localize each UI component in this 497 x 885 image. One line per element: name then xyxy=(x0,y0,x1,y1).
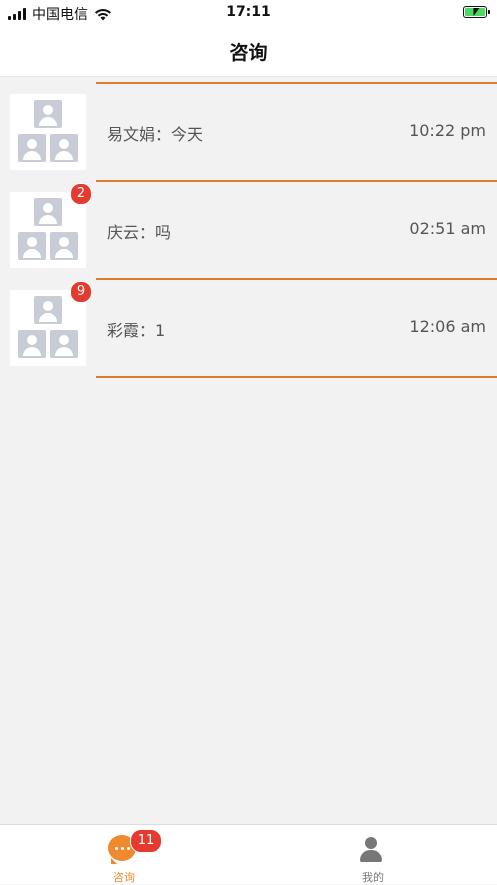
conversation-list: 易文娟：今天 10:22 pm 2 庆云：吗 02:51 am 9 彩霞：1 1… xyxy=(0,77,497,371)
unread-badge: 2 xyxy=(70,183,92,205)
tab-mine[interactable]: 我的 xyxy=(249,825,497,884)
message-time: 12:06 am xyxy=(409,317,486,336)
message-preview: 彩霞：1 xyxy=(107,321,166,340)
message-preview: 庆云：吗 xyxy=(107,223,172,242)
row-divider xyxy=(96,82,497,84)
tab-mine-icon-wrap xyxy=(357,835,387,865)
tab-consult-icon-wrap: 11 xyxy=(108,829,162,865)
person-icon xyxy=(357,835,385,863)
tab-bar: 11 咨询 我的 xyxy=(0,824,497,884)
tab-unread-badge: 11 xyxy=(130,829,162,853)
unread-badge: 9 xyxy=(70,281,92,303)
message-time: 10:22 pm xyxy=(409,121,486,140)
status-bar: 中国电信 17:11 xyxy=(0,0,497,26)
tab-consult[interactable]: 11 咨询 xyxy=(0,825,248,884)
conversation-row[interactable]: 易文娟：今天 10:22 pm xyxy=(0,77,497,175)
message-preview: 易文娟：今天 xyxy=(107,125,204,144)
navigation-bar: 咨询 xyxy=(0,26,497,77)
conversation-row[interactable]: 2 庆云：吗 02:51 am xyxy=(0,175,497,273)
conversation-row[interactable]: 9 彩霞：1 12:06 am xyxy=(0,273,497,371)
message-time: 02:51 am xyxy=(409,219,486,238)
row-divider xyxy=(96,180,497,182)
row-divider xyxy=(96,278,497,280)
battery-charging-icon xyxy=(463,6,490,18)
status-time: 17:11 xyxy=(226,4,271,20)
list-bottom-divider xyxy=(96,376,497,378)
group-avatar-icon xyxy=(10,94,86,170)
page-title: 咨询 xyxy=(229,41,268,64)
